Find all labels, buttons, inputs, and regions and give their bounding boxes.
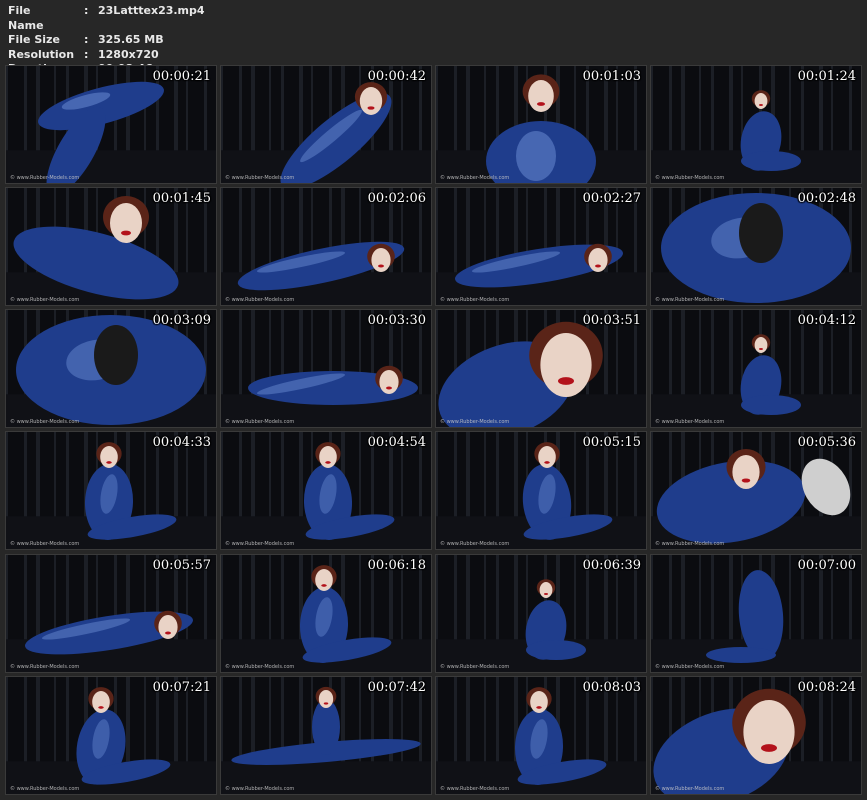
video-frame-thumbnail: 00:02:27 © www.Rubber-Models.com bbox=[435, 187, 647, 306]
video-frame-thumbnail: 00:01:03 © www.Rubber-Models.com bbox=[435, 65, 647, 184]
video-frame-thumbnail: 00:05:36 © www.Rubber-Models.com bbox=[650, 431, 862, 550]
video-frame-thumbnail: 00:08:24 © www.Rubber-Models.com bbox=[650, 676, 862, 795]
frame-timestamp: 00:01:03 bbox=[582, 69, 641, 84]
frame-watermark: © www.Rubber-Models.com bbox=[10, 664, 80, 670]
video-frame-thumbnail: 00:03:09 © www.Rubber-Models.com bbox=[5, 309, 217, 428]
video-frame-thumbnail: 00:05:15 © www.Rubber-Models.com bbox=[435, 431, 647, 550]
frame-timestamp: 00:08:24 bbox=[797, 680, 856, 695]
frame-watermark: © www.Rubber-Models.com bbox=[225, 541, 295, 547]
frame-timestamp: 00:02:48 bbox=[797, 191, 856, 206]
frame-watermark: © www.Rubber-Models.com bbox=[440, 419, 510, 425]
video-frame-thumbnail: 00:04:33 © www.Rubber-Models.com bbox=[5, 431, 217, 550]
video-frame-thumbnail: 00:03:30 © www.Rubber-Models.com bbox=[220, 309, 432, 428]
frame-timestamp: 00:05:57 bbox=[152, 558, 211, 573]
frame-timestamp: 00:04:12 bbox=[797, 313, 856, 328]
video-frame-thumbnail: 00:00:21 © www.Rubber-Models.com bbox=[5, 65, 217, 184]
frame-timestamp: 00:04:54 bbox=[367, 435, 426, 450]
video-frame-thumbnail: 00:00:42 © www.Rubber-Models.com bbox=[220, 65, 432, 184]
frame-timestamp: 00:01:24 bbox=[797, 69, 856, 84]
video-frame-thumbnail: 00:02:06 © www.Rubber-Models.com bbox=[220, 187, 432, 306]
frame-watermark: © www.Rubber-Models.com bbox=[655, 541, 725, 547]
frame-timestamp: 00:02:27 bbox=[582, 191, 641, 206]
video-frame-thumbnail: 00:03:51 © www.Rubber-Models.com bbox=[435, 309, 647, 428]
video-frame-thumbnail: 00:01:24 © www.Rubber-Models.com bbox=[650, 65, 862, 184]
frame-watermark: © www.Rubber-Models.com bbox=[440, 786, 510, 792]
frame-watermark: © www.Rubber-Models.com bbox=[10, 786, 80, 792]
frame-watermark: © www.Rubber-Models.com bbox=[225, 175, 295, 181]
frame-timestamp: 00:01:45 bbox=[152, 191, 211, 206]
frame-watermark: © www.Rubber-Models.com bbox=[440, 175, 510, 181]
video-frame-thumbnail: 00:02:48 © www.Rubber-Models.com bbox=[650, 187, 862, 306]
frame-watermark: © www.Rubber-Models.com bbox=[225, 297, 295, 303]
frame-watermark: © www.Rubber-Models.com bbox=[440, 541, 510, 547]
frame-watermark: © www.Rubber-Models.com bbox=[225, 419, 295, 425]
frame-watermark: © www.Rubber-Models.com bbox=[225, 786, 295, 792]
frame-watermark: © www.Rubber-Models.com bbox=[225, 664, 295, 670]
frame-timestamp: 00:02:06 bbox=[367, 191, 426, 206]
frame-timestamp: 00:07:42 bbox=[367, 680, 426, 695]
video-frame-thumbnail: 00:04:12 © www.Rubber-Models.com bbox=[650, 309, 862, 428]
frame-watermark: © www.Rubber-Models.com bbox=[10, 419, 80, 425]
frame-timestamp: 00:03:09 bbox=[152, 313, 211, 328]
video-frame-thumbnail: 00:08:03 © www.Rubber-Models.com bbox=[435, 676, 647, 795]
frame-timestamp: 00:05:36 bbox=[797, 435, 856, 450]
frame-timestamp: 00:05:15 bbox=[582, 435, 641, 450]
thumbnail-grid: 00:00:21 © www.Rubber-Models.com 00:00:42 ©… bbox=[0, 0, 867, 800]
video-frame-thumbnail: 00:06:39 © www.Rubber-Models.com bbox=[435, 554, 647, 673]
frame-timestamp: 00:07:21 bbox=[152, 680, 211, 695]
frame-watermark: © www.Rubber-Models.com bbox=[10, 175, 80, 181]
frame-timestamp: 00:04:33 bbox=[152, 435, 211, 450]
frame-watermark: © www.Rubber-Models.com bbox=[655, 664, 725, 670]
contact-sheet: File Name : 23Latttex23.mp4 File Size : … bbox=[0, 0, 867, 800]
frame-watermark: © www.Rubber-Models.com bbox=[655, 786, 725, 792]
frame-watermark: © www.Rubber-Models.com bbox=[655, 419, 725, 425]
frame-timestamp: 00:06:39 bbox=[582, 558, 641, 573]
video-frame-thumbnail: 00:04:54 © www.Rubber-Models.com bbox=[220, 431, 432, 550]
frame-watermark: © www.Rubber-Models.com bbox=[10, 541, 80, 547]
frame-timestamp: 00:03:51 bbox=[582, 313, 641, 328]
frame-timestamp: 00:00:42 bbox=[367, 69, 426, 84]
frame-timestamp: 00:03:30 bbox=[367, 313, 426, 328]
frame-watermark: © www.Rubber-Models.com bbox=[440, 664, 510, 670]
video-frame-thumbnail: 00:06:18 © www.Rubber-Models.com bbox=[220, 554, 432, 673]
frame-timestamp: 00:00:21 bbox=[152, 69, 211, 84]
video-frame-thumbnail: 00:01:45 © www.Rubber-Models.com bbox=[5, 187, 217, 306]
video-frame-thumbnail: 00:07:00 © www.Rubber-Models.com bbox=[650, 554, 862, 673]
video-frame-thumbnail: 00:05:57 © www.Rubber-Models.com bbox=[5, 554, 217, 673]
frame-watermark: © www.Rubber-Models.com bbox=[10, 297, 80, 303]
frame-watermark: © www.Rubber-Models.com bbox=[655, 175, 725, 181]
frame-watermark: © www.Rubber-Models.com bbox=[655, 297, 725, 303]
video-frame-thumbnail: 00:07:21 © www.Rubber-Models.com bbox=[5, 676, 217, 795]
frame-timestamp: 00:06:18 bbox=[367, 558, 426, 573]
video-frame-thumbnail: 00:07:42 © www.Rubber-Models.com bbox=[220, 676, 432, 795]
frame-timestamp: 00:07:00 bbox=[797, 558, 856, 573]
frame-watermark: © www.Rubber-Models.com bbox=[440, 297, 510, 303]
frame-timestamp: 00:08:03 bbox=[582, 680, 641, 695]
